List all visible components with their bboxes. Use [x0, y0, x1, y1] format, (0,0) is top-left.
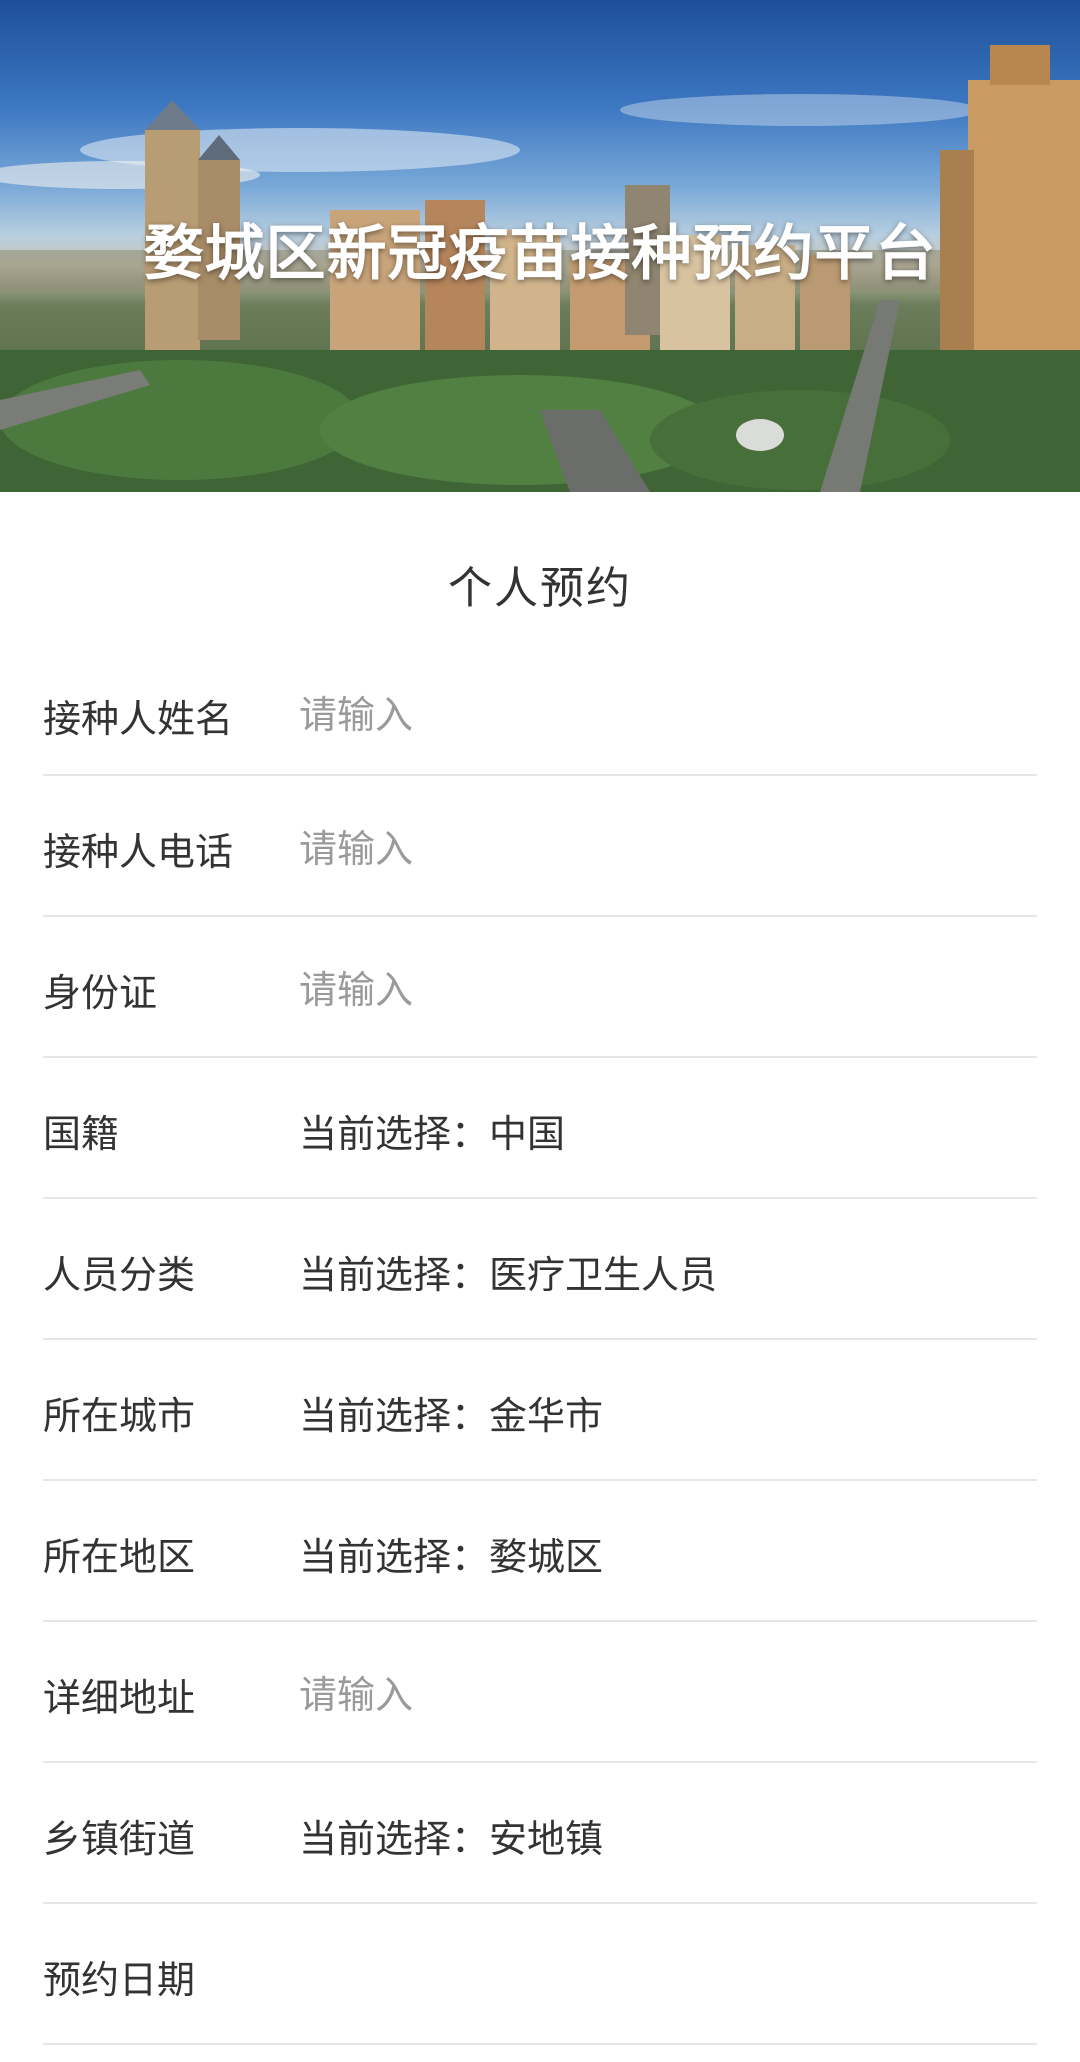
- category-select[interactable]: 当前选择：医疗卫生人员: [299, 1244, 717, 1299]
- banner-image: 婺城区新冠疫苗接种预约平台: [0, 0, 1080, 492]
- form-row-date[interactable]: 预约日期: [43, 1904, 1037, 2045]
- form-row-town[interactable]: 乡镇街道 当前选择：安地镇: [43, 1763, 1037, 1904]
- field-label-town: 乡镇街道: [43, 1817, 196, 1861]
- banner-title: 婺城区新冠疫苗接种预约平台: [143, 219, 937, 289]
- address-input[interactable]: [299, 1672, 999, 1717]
- field-label-district: 所在地区: [43, 1535, 196, 1579]
- form-row-id-card: 身份证: [43, 917, 1037, 1058]
- page: 婺城区新冠疫苗接种预约平台 个人预约 接种人姓名 接种人电话 身份证 国籍 当前…: [0, 0, 1080, 2062]
- city-select[interactable]: 当前选择：金华市: [299, 1385, 603, 1440]
- district-select[interactable]: 当前选择：婺城区: [299, 1526, 603, 1581]
- town-select[interactable]: 当前选择：安地镇: [299, 1808, 603, 1863]
- field-label-address: 详细地址: [43, 1676, 196, 1720]
- field-label-city: 所在城市: [43, 1394, 196, 1438]
- field-label-id-card: 身份证: [43, 971, 158, 1015]
- form-row-city[interactable]: 所在城市 当前选择：金华市: [43, 1340, 1037, 1481]
- form-row-nationality[interactable]: 国籍 当前选择：中国: [43, 1058, 1037, 1199]
- nationality-select[interactable]: 当前选择：中国: [299, 1103, 565, 1158]
- field-label-name: 接种人姓名: [43, 696, 234, 741]
- id-card-input[interactable]: [299, 967, 999, 1012]
- appointment-form: 接种人姓名 接种人电话 身份证 国籍 当前选择：中国 人员分类 当前选择：医疗卫…: [43, 650, 1037, 2045]
- section-title: 个人预约: [448, 563, 632, 614]
- field-label-phone: 接种人电话: [43, 830, 234, 874]
- form-row-phone: 接种人电话: [43, 776, 1037, 917]
- name-input[interactable]: [299, 693, 999, 737]
- field-label-date: 预约日期: [43, 1958, 196, 2002]
- field-label-nationality: 国籍: [43, 1112, 120, 1156]
- form-row-address: 详细地址: [43, 1622, 1037, 1763]
- form-row-name: 接种人姓名: [43, 650, 1037, 776]
- form-row-district[interactable]: 所在地区 当前选择：婺城区: [43, 1481, 1037, 1622]
- phone-input[interactable]: [299, 826, 999, 871]
- form-row-category[interactable]: 人员分类 当前选择：医疗卫生人员: [43, 1199, 1037, 1340]
- field-label-category: 人员分类: [43, 1253, 196, 1297]
